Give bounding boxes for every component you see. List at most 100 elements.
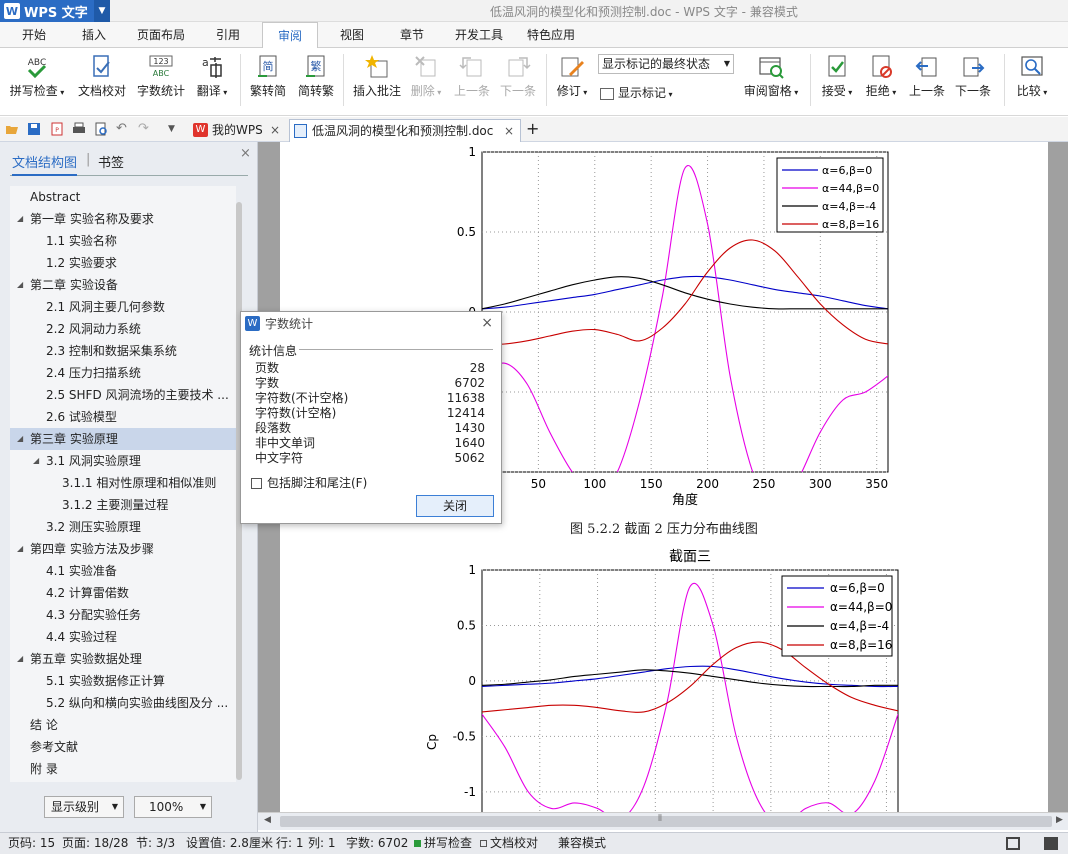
show-markup-button[interactable]: 显示标记 ▾ bbox=[600, 84, 673, 101]
proofread-button[interactable]: 文档校对 bbox=[74, 52, 130, 108]
menu-references[interactable]: 引用 bbox=[202, 22, 254, 48]
menu-chapter[interactable]: 章节 bbox=[386, 22, 438, 48]
outline-item[interactable]: 4.4 实验过程 bbox=[10, 626, 236, 648]
scroll-thumb[interactable]: ⦀ bbox=[280, 814, 1052, 827]
new-tab-button[interactable]: + bbox=[522, 119, 542, 142]
status-page[interactable]: 页面: 18/28 bbox=[62, 833, 128, 854]
close-icon[interactable]: × bbox=[481, 315, 493, 331]
save-icon[interactable] bbox=[27, 122, 41, 136]
open-icon[interactable] bbox=[5, 122, 19, 136]
expand-triangle-icon[interactable]: ◢ bbox=[17, 648, 23, 670]
outline-item[interactable]: 4.1 实验准备 bbox=[10, 560, 236, 582]
simp-to-trad-button[interactable]: 繁 简转繁 bbox=[294, 52, 338, 108]
menu-home[interactable]: 开始 bbox=[8, 22, 60, 48]
app-menu-button[interactable]: W WPS 文字 ▼ bbox=[0, 0, 110, 22]
outline-item[interactable]: Abstract bbox=[10, 186, 236, 208]
outline-item[interactable]: 3.2 测压实验原理 bbox=[10, 516, 236, 538]
trad-to-simp-button[interactable]: 简 繁转简 bbox=[246, 52, 290, 108]
print-icon[interactable] bbox=[72, 122, 86, 136]
checkbox-box[interactable] bbox=[251, 478, 262, 489]
close-icon[interactable]: × bbox=[240, 146, 251, 161]
outline-item[interactable]: 2.4 压力扫描系统 bbox=[10, 362, 236, 384]
scroll-right-icon[interactable]: ▶ bbox=[1056, 815, 1063, 825]
expand-triangle-icon[interactable]: ◢ bbox=[17, 538, 23, 560]
outline-item[interactable]: ◢ 第五章 实验数据处理 bbox=[10, 648, 236, 670]
zoom-select[interactable]: 100% ▼ bbox=[134, 796, 212, 818]
outline-item[interactable]: 5.2 纵向和横向实验曲线图及分 ... bbox=[10, 692, 236, 714]
delete-comment-button[interactable]: 删除 ▾ bbox=[404, 52, 448, 108]
menu-view[interactable]: 视图 bbox=[326, 22, 378, 48]
customize-dropdown-icon[interactable]: ▼ bbox=[168, 122, 182, 136]
word-count-button[interactable]: 123 ABC 字数统计 bbox=[134, 52, 188, 108]
tab-document[interactable]: 低温风洞的模型化和预测控制.doc × bbox=[289, 119, 521, 142]
close-icon[interactable]: × bbox=[504, 120, 514, 142]
outline-item[interactable]: 1.2 实验要求 bbox=[10, 252, 236, 274]
outline-item[interactable]: 5.1 实验数据修正计算 bbox=[10, 670, 236, 692]
outline-item[interactable]: 2.1 风洞主要几何参数 bbox=[10, 296, 236, 318]
menu-layout[interactable]: 页面布局 bbox=[128, 22, 194, 48]
scroll-left-icon[interactable]: ◀ bbox=[264, 815, 271, 825]
outline-item[interactable]: 参考文献 bbox=[10, 736, 236, 758]
expand-triangle-icon[interactable]: ◢ bbox=[17, 208, 23, 230]
menu-review[interactable]: 审阅 bbox=[262, 22, 318, 49]
compare-button[interactable]: 比较 ▾ bbox=[1010, 52, 1054, 108]
outline-item[interactable]: 1.1 实验名称 bbox=[10, 230, 236, 252]
status-word-count[interactable]: 字数: 6702 bbox=[346, 833, 408, 854]
stat-label: 字数 bbox=[255, 376, 280, 390]
status-spell-check[interactable]: 拼写检查 bbox=[414, 833, 472, 854]
export-pdf-icon[interactable]: P bbox=[50, 122, 64, 136]
outline-item[interactable]: ◢ 3.1 风洞实验原理 bbox=[10, 450, 236, 472]
redo-icon[interactable]: ↷ bbox=[138, 122, 152, 136]
compare-label: 比较 bbox=[1016, 84, 1041, 98]
tab-outline[interactable]: 文档结构图 bbox=[12, 152, 78, 176]
menu-insert[interactable]: 插入 bbox=[68, 22, 120, 48]
close-button[interactable]: 关闭 bbox=[416, 495, 494, 517]
menu-developer[interactable]: 开发工具 bbox=[446, 22, 512, 48]
reject-button[interactable]: 拒绝 ▾ bbox=[860, 52, 902, 108]
reading-mode-icon[interactable] bbox=[1044, 837, 1058, 850]
horizontal-scrollbar[interactable]: ◀ ⦀ ▶ bbox=[258, 812, 1068, 830]
tab-my-wps[interactable]: W 我的WPS × bbox=[190, 119, 286, 142]
outline-item[interactable]: 3.1.1 相对性原理和相似准则 bbox=[10, 472, 236, 494]
delete-comment-icon bbox=[415, 56, 436, 77]
outline-item[interactable]: ◢ 第一章 实验名称及要求 bbox=[10, 208, 236, 230]
outline-item[interactable]: 2.6 试验模型 bbox=[10, 406, 236, 428]
expand-triangle-icon[interactable]: ◢ bbox=[17, 428, 23, 450]
legend-entry: α=8,β=16 bbox=[822, 218, 879, 231]
close-icon[interactable]: × bbox=[270, 119, 280, 141]
outline-item[interactable]: 附 录 bbox=[10, 758, 236, 780]
include-footnotes-checkbox[interactable]: 包括脚注和尾注(F) bbox=[251, 474, 367, 491]
expand-triangle-icon[interactable]: ◢ bbox=[33, 450, 39, 472]
tab-bookmark[interactable]: 书签 bbox=[98, 152, 124, 171]
outline-item[interactable]: ◢ 第三章 实验原理 bbox=[10, 428, 236, 450]
chart-title: 截面三 bbox=[669, 549, 711, 565]
prev-comment-button[interactable]: 上一条 bbox=[450, 52, 494, 108]
insert-comment-button[interactable]: 插入批注 bbox=[350, 52, 404, 108]
accept-button[interactable]: 接受 ▾ bbox=[816, 52, 858, 108]
next-change-button[interactable]: 下一条 bbox=[950, 52, 996, 108]
outline-item[interactable]: 4.2 计算雷偌数 bbox=[10, 582, 236, 604]
expand-triangle-icon[interactable]: ◢ bbox=[17, 274, 23, 296]
outline-item[interactable]: 3.1.2 主要测量过程 bbox=[10, 494, 236, 516]
print-preview-icon[interactable] bbox=[94, 122, 108, 136]
menu-special[interactable]: 特色应用 bbox=[518, 22, 584, 48]
outline-item[interactable]: 结 论 bbox=[10, 714, 236, 736]
translate-button[interactable]: a 翻译 ▾ bbox=[192, 52, 232, 108]
outline-item[interactable]: 2.5 SHFD 风洞流场的主要技术 ... bbox=[10, 384, 236, 406]
fullscreen-icon[interactable] bbox=[1006, 837, 1020, 850]
outline-item[interactable]: 2.3 控制和数据采集系统 bbox=[10, 340, 236, 362]
track-changes-button[interactable]: 修订 ▾ bbox=[552, 52, 592, 108]
spell-check-button[interactable]: ABC 拼写检查 ▾ bbox=[6, 52, 68, 108]
markup-state-select[interactable]: 显示标记的最终状态 ▼ bbox=[598, 54, 734, 74]
undo-icon[interactable]: ↶ bbox=[116, 122, 130, 136]
next-comment-button[interactable]: 下一条 bbox=[496, 52, 540, 108]
review-pane-button[interactable]: 审阅窗格 ▾ bbox=[740, 52, 802, 108]
outline-item[interactable]: ◢ 第二章 实验设备 bbox=[10, 274, 236, 296]
outline-item[interactable]: 2.2 风洞动力系统 bbox=[10, 318, 236, 340]
outline-item[interactable]: 4.3 分配实验任务 bbox=[10, 604, 236, 626]
outline-item[interactable]: ◢ 第四章 实验方法及步骤 bbox=[10, 538, 236, 560]
prev-change-button[interactable]: 上一条 bbox=[904, 52, 950, 108]
status-proof[interactable]: 文档校对 bbox=[480, 833, 538, 854]
chevron-down-icon[interactable]: ▼ bbox=[94, 0, 110, 22]
level-select[interactable]: 显示级别 ▼ bbox=[44, 796, 124, 818]
